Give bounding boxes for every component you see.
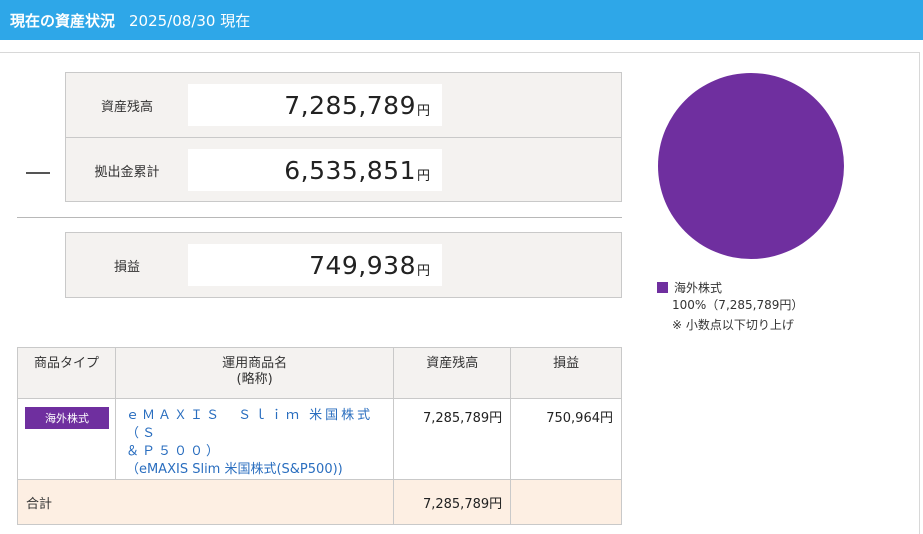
col-header-balance: 資産残高 bbox=[393, 347, 512, 399]
contribution-label: 拠出金累計 bbox=[94, 164, 160, 180]
contribution-row: 拠出金累計 6,535,851 円 bbox=[66, 137, 621, 201]
balance-value-box: 7,285,789 円 bbox=[188, 84, 442, 126]
fund-name-link[interactable]: ｅＭＡＸＩＳ Ｓｌｉｍ 米国株式（Ｓ ＆Ｐ５００） （eMAXIS Slim 米… bbox=[116, 407, 393, 479]
profit-value: 749,938 bbox=[309, 250, 416, 280]
legend-item-overseas-stock: 海外株式 bbox=[657, 280, 803, 297]
legend-label: 海外株式 bbox=[674, 281, 723, 295]
pie-svg bbox=[658, 73, 844, 259]
total-balance: 7,285,789円 bbox=[393, 479, 512, 525]
allocation-pie-chart bbox=[655, 70, 847, 262]
profit-value-box: 749,938 円 bbox=[188, 244, 442, 286]
fund-name-line1[interactable]: ｅＭＡＸＩＳ Ｓｌｉｍ 米国株式（Ｓ bbox=[126, 407, 385, 443]
summary-box: 資産残高 7,285,789 円 拠出金累計 6,535,851 円 bbox=[65, 72, 622, 202]
minus-sign bbox=[26, 172, 50, 174]
type-badge: 海外株式 bbox=[25, 407, 109, 429]
col-header-product-name: 運用商品名 bbox=[222, 356, 288, 371]
col-header-product: 運用商品名 (略称) bbox=[114, 347, 395, 399]
cell-profit: 750,964円 bbox=[510, 398, 622, 480]
total-row: 合計 7,285,789円 bbox=[16, 479, 622, 525]
fund-name-line2[interactable]: ＆Ｐ５００） bbox=[126, 443, 385, 461]
fund-short-name[interactable]: （eMAXIS Slim 米国株式(S&P500)) bbox=[126, 461, 385, 479]
col-header-profit: 損益 bbox=[510, 347, 622, 399]
balance-value: 7,285,789 bbox=[284, 90, 416, 120]
profit-unit: 円 bbox=[416, 263, 430, 279]
table-header-row: 商品タイプ 運用商品名 (略称) 資産残高 損益 bbox=[17, 347, 622, 399]
summary-divider bbox=[17, 217, 622, 218]
balance-row: 資産残高 7,285,789 円 bbox=[66, 73, 621, 137]
profit-label: 損益 bbox=[113, 259, 140, 275]
legend-percent: 100%（7,285,789円） bbox=[672, 298, 804, 312]
rounding-note: ※ 小数点以下切り上げ bbox=[672, 318, 794, 332]
cell-type: 海外株式 bbox=[17, 398, 116, 480]
balance-unit: 円 bbox=[416, 103, 430, 119]
table-row: 海外株式 ｅＭＡＸＩＳ Ｓｌｉｍ 米国株式（Ｓ ＆Ｐ５００） （eMAXIS S… bbox=[17, 398, 622, 480]
col-header-type: 商品タイプ bbox=[17, 347, 116, 399]
pie-legend: 海外株式 100%（7,285,789円） ※ 小数点以下切り上げ bbox=[657, 280, 803, 334]
contribution-unit: 円 bbox=[416, 168, 430, 184]
legend-swatch bbox=[657, 282, 668, 293]
balance-label: 資産残高 bbox=[100, 99, 153, 115]
col-header-product-abbr: (略称) bbox=[236, 372, 273, 387]
profit-box: 損益 749,938 円 bbox=[65, 232, 622, 298]
page-title: 現在の資産状況 bbox=[10, 11, 116, 30]
cell-product[interactable]: ｅＭＡＸＩＳ Ｓｌｉｍ 米国株式（Ｓ ＆Ｐ５００） （eMAXIS Slim 米… bbox=[114, 398, 395, 480]
contribution-value-box: 6,535,851 円 bbox=[188, 149, 442, 191]
total-profit bbox=[510, 479, 622, 525]
page-header: 現在の資産状況 2025/08/30 現在 bbox=[0, 0, 923, 40]
total-label: 合計 bbox=[16, 479, 395, 525]
holdings-table: 商品タイプ 運用商品名 (略称) 資産残高 損益 海外株式 ｅＭＡＸＩＳ Ｓｌｉ… bbox=[16, 347, 622, 525]
cell-balance: 7,285,789円 bbox=[393, 398, 512, 480]
as-of-date: 2025/08/30 現在 bbox=[129, 11, 251, 30]
contribution-value: 6,535,851 bbox=[284, 155, 416, 185]
profit-row: 損益 749,938 円 bbox=[66, 233, 621, 297]
pie-slice-0 bbox=[658, 73, 844, 259]
